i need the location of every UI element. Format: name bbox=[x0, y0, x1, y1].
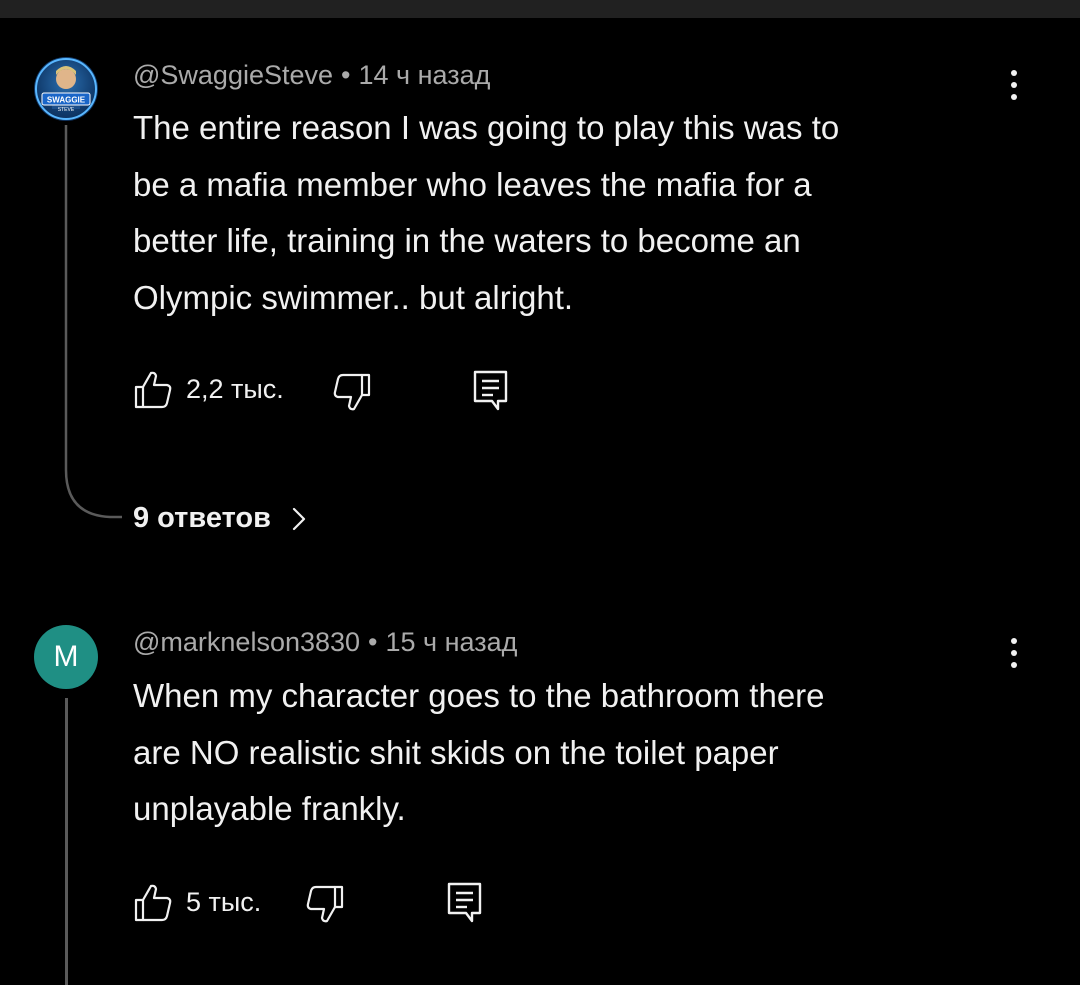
like-count: 2,2 тыс. bbox=[186, 374, 284, 404]
comment-text-line: The entire reason I was going to play th… bbox=[133, 109, 840, 146]
meta-separator: • bbox=[341, 60, 351, 90]
like-count: 5 тыс. bbox=[186, 887, 262, 917]
comment-text-line: When my character goes to the bathroom t… bbox=[133, 677, 825, 714]
more-options-button[interactable] bbox=[1004, 634, 1024, 674]
comment-meta: @marknelson3830 • 15 ч назад bbox=[133, 627, 517, 658]
comment-icon bbox=[447, 882, 482, 923]
comment-author[interactable]: @marknelson3830 bbox=[133, 627, 360, 657]
thumbs-down-icon bbox=[306, 885, 344, 923]
reply-button[interactable] bbox=[446, 881, 484, 928]
comment-text: The entire reason I was going to play th… bbox=[133, 100, 993, 326]
replies-label: 9 ответов bbox=[133, 502, 271, 534]
avatar-text: SWAGGIE bbox=[47, 96, 86, 105]
comment-text-line: be a mafia member who leaves the mafia f… bbox=[133, 165, 812, 203]
dislike-button[interactable] bbox=[332, 373, 372, 418]
replies-button[interactable]: 9 ответов bbox=[133, 502, 313, 535]
thumbs-up-icon bbox=[134, 884, 172, 922]
comments-page: SWAGGIE STEVE @SwaggieSteve • 14 ч назад T… bbox=[0, 0, 1080, 985]
comment-text: When my character goes to the bathroom t… bbox=[133, 668, 993, 838]
comment-time: 15 ч назад bbox=[385, 627, 518, 657]
avatar-logo: SWAGGIE STEVE bbox=[35, 58, 97, 120]
like-button[interactable] bbox=[133, 882, 173, 927]
avatar[interactable]: SWAGGIE STEVE bbox=[34, 57, 98, 121]
avatar-letter: M bbox=[53, 640, 79, 673]
comment-time: 14 ч назад bbox=[358, 60, 491, 90]
avatar[interactable]: M bbox=[34, 625, 98, 689]
comment-text-line: Olympic swimmer.. but alright. bbox=[133, 278, 574, 316]
thread-connector bbox=[64, 125, 122, 519]
comment-author[interactable]: @SwaggieSteve bbox=[133, 60, 333, 90]
comment-text-line: are NO realistic shit skids on the toile… bbox=[133, 733, 779, 771]
top-bar bbox=[0, 0, 1080, 18]
dislike-button[interactable] bbox=[305, 885, 345, 930]
reply-button[interactable] bbox=[472, 369, 510, 416]
comment-text-line: unplayable frankly. bbox=[133, 790, 406, 827]
comment-text-line: better life, training in the waters to b… bbox=[133, 222, 801, 259]
comment-meta: @SwaggieSteve • 14 ч назад bbox=[133, 60, 490, 91]
avatar-subtext: STEVE bbox=[58, 107, 75, 113]
thumbs-down-icon bbox=[333, 373, 371, 411]
more-options-button[interactable] bbox=[1004, 66, 1024, 106]
chevron-right-icon bbox=[292, 507, 306, 530]
comment-icon bbox=[473, 370, 508, 411]
meta-separator: • bbox=[368, 627, 378, 657]
thread-line bbox=[65, 698, 68, 985]
